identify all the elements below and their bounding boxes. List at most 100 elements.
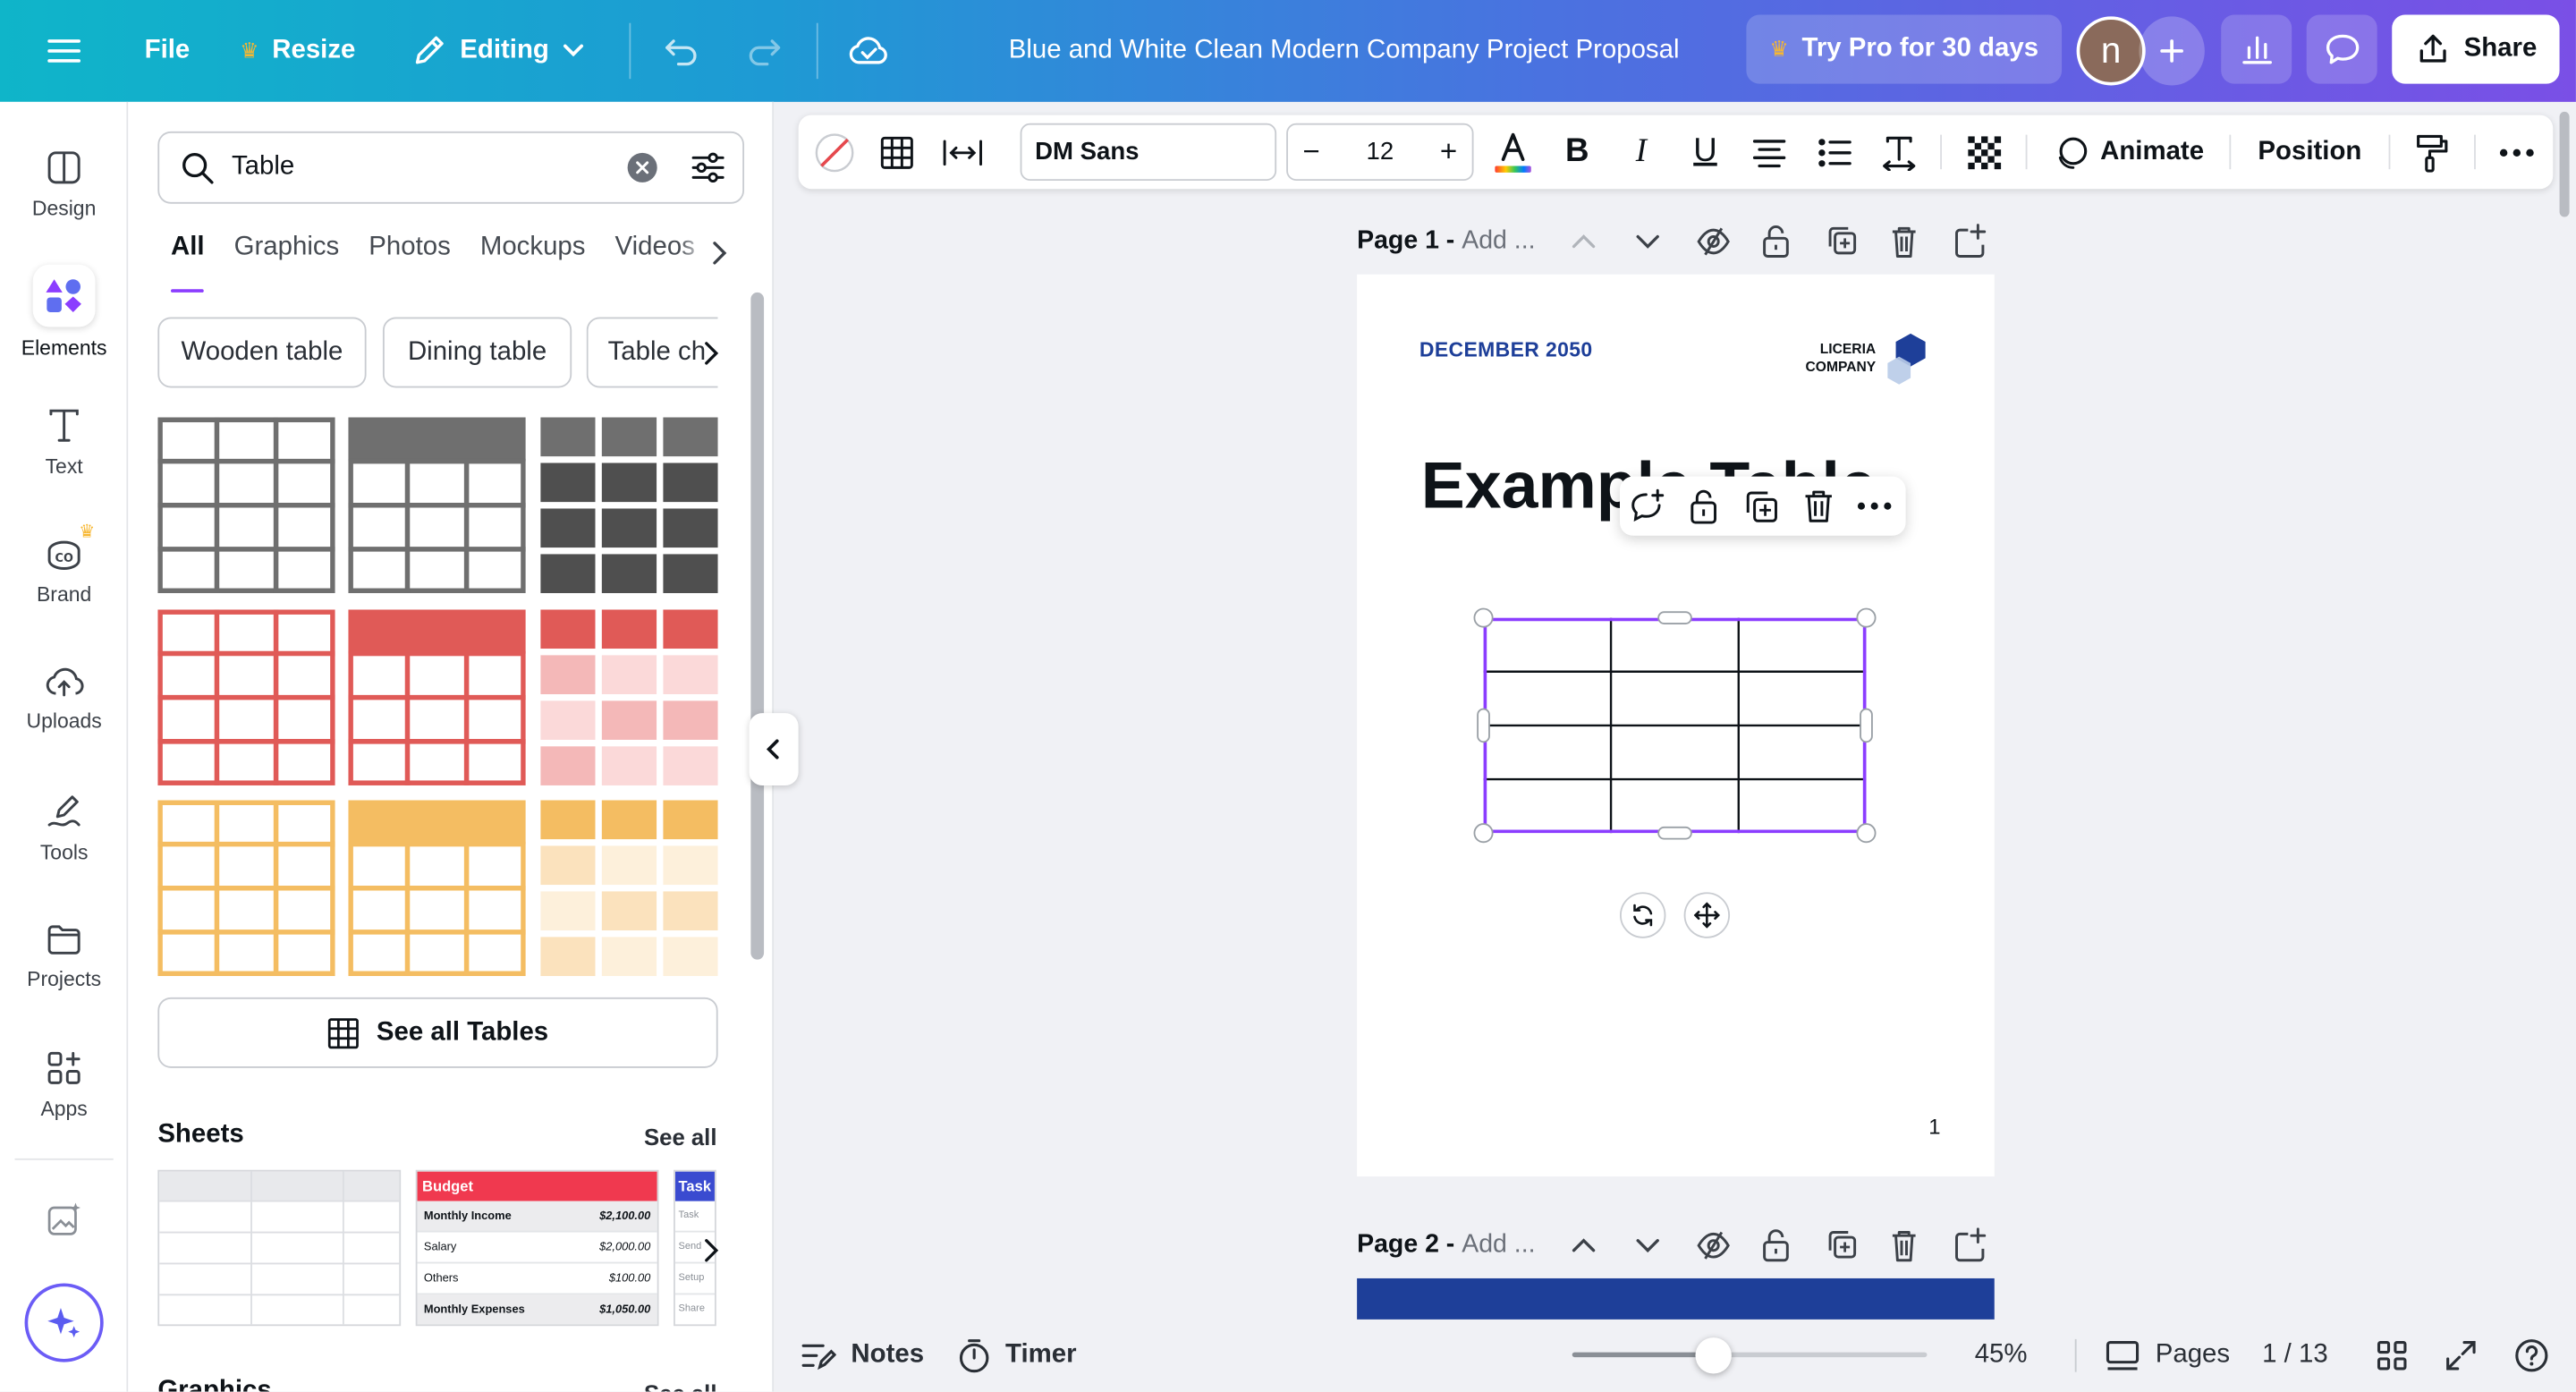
- see-all-tables-button[interactable]: See all Tables: [157, 997, 718, 1068]
- search-input[interactable]: Table: [232, 153, 628, 182]
- more-options-button[interactable]: [2494, 115, 2539, 190]
- trash-icon[interactable]: [1802, 487, 1835, 526]
- lock-icon[interactable]: [1761, 222, 1791, 261]
- canvas-scrollbar[interactable]: [2559, 111, 2570, 217]
- resize-button[interactable]: ♛ Resize: [240, 0, 355, 102]
- grid-view-button[interactable]: [2376, 1320, 2409, 1392]
- chevron-down-icon[interactable]: [1635, 222, 1661, 261]
- lock-icon[interactable]: [1687, 487, 1720, 526]
- tab-mockups[interactable]: Mockups: [480, 233, 586, 286]
- text-spacing-button[interactable]: [1877, 115, 1920, 190]
- duplicate-icon[interactable]: [1826, 1226, 1859, 1265]
- chip-wooden-table[interactable]: Wooden table: [157, 317, 367, 388]
- menu-button[interactable]: [46, 0, 81, 102]
- tab-all[interactable]: All: [171, 233, 206, 293]
- magic-media-button[interactable]: [45, 1200, 84, 1239]
- cloud-save-button[interactable]: [846, 0, 892, 102]
- chevron-down-icon[interactable]: [1635, 1226, 1661, 1265]
- table-template-gray-1[interactable]: [157, 417, 335, 594]
- rail-projects[interactable]: Projects: [0, 899, 128, 1014]
- hide-page-icon[interactable]: [1695, 1226, 1731, 1265]
- editing-mode-button[interactable]: Editing: [411, 0, 585, 102]
- font-size-value[interactable]: 12: [1367, 138, 1394, 166]
- chevron-right-icon[interactable]: [701, 340, 721, 366]
- add-page-icon[interactable]: [1953, 222, 1987, 261]
- chevron-up-icon[interactable]: [1571, 222, 1597, 261]
- chevron-up-icon[interactable]: [1571, 1226, 1597, 1265]
- insights-button[interactable]: [2221, 14, 2292, 84]
- date-text[interactable]: DECEMBER 2050: [1419, 338, 1593, 361]
- table-template-red-2[interactable]: [348, 609, 526, 785]
- resize-handle-top-right[interactable]: [1856, 607, 1877, 628]
- trash-icon[interactable]: [1889, 1226, 1919, 1265]
- zoom-knob[interactable]: [1696, 1337, 1733, 1374]
- resize-handle-top-left[interactable]: [1473, 607, 1494, 628]
- table-template-yellow-1[interactable]: [157, 800, 335, 976]
- lock-icon[interactable]: [1761, 1226, 1791, 1265]
- transparency-button[interactable]: [1962, 115, 2007, 190]
- share-button[interactable]: Share: [2392, 14, 2560, 84]
- page-number[interactable]: 1: [1928, 1114, 1940, 1139]
- chip-dining-table[interactable]: Dining table: [382, 317, 572, 388]
- text-color-button[interactable]: [1488, 115, 1538, 190]
- add-comment-icon[interactable]: [1628, 488, 1667, 527]
- graphics-see-all-link[interactable]: See all: [644, 1380, 717, 1392]
- page-1-title[interactable]: Page 1 - Add ...: [1357, 226, 1535, 256]
- zoom-slider[interactable]: [1572, 1337, 1928, 1374]
- rail-apps[interactable]: Apps: [0, 1027, 128, 1142]
- font-family-select[interactable]: DM Sans: [1020, 123, 1277, 182]
- cell-spacing-button[interactable]: [938, 115, 987, 190]
- magic-assistant-button[interactable]: [24, 1283, 104, 1362]
- redo-button[interactable]: [744, 0, 784, 102]
- rail-elements[interactable]: Elements: [0, 255, 128, 370]
- table-template-red-3[interactable]: [540, 609, 718, 785]
- trash-icon[interactable]: [1889, 222, 1919, 261]
- hide-page-icon[interactable]: [1695, 222, 1731, 261]
- sheets-see-all-link[interactable]: See all: [644, 1124, 717, 1150]
- resize-handle-bottom-left[interactable]: [1473, 823, 1494, 844]
- underline-button[interactable]: U: [1685, 115, 1724, 190]
- tab-graphics[interactable]: Graphics: [234, 233, 340, 286]
- timer-button[interactable]: Timer: [958, 1320, 1077, 1392]
- pages-button[interactable]: Pages: [2105, 1320, 2230, 1392]
- add-page-icon[interactable]: [1953, 1226, 1987, 1265]
- chip-table-chair[interactable]: Table ch: [586, 317, 718, 388]
- document-title[interactable]: Blue and White Clean Modern Company Proj…: [1009, 0, 1680, 102]
- avatar[interactable]: n: [2076, 16, 2146, 86]
- chevron-right-icon[interactable]: [701, 1237, 721, 1263]
- sheet-template-budget[interactable]: Budget Monthly Income $2,100.00 Salary $2,0…: [415, 1169, 659, 1327]
- table-grid-button[interactable]: [874, 115, 919, 190]
- page-2-title[interactable]: Page 2 - Add ...: [1357, 1231, 1535, 1260]
- resize-handle-left[interactable]: [1477, 708, 1490, 743]
- duplicate-icon[interactable]: [1826, 222, 1859, 261]
- increase-size-button[interactable]: +: [1440, 135, 1457, 170]
- more-horizontal-icon[interactable]: [1856, 501, 1892, 511]
- list-button[interactable]: [1814, 115, 1857, 190]
- duplicate-icon[interactable]: [1743, 488, 1779, 523]
- zoom-level[interactable]: 45%: [1975, 1320, 2028, 1392]
- fullscreen-button[interactable]: [2445, 1320, 2478, 1392]
- decrease-size-button[interactable]: −: [1303, 135, 1320, 170]
- rail-tools[interactable]: Tools: [0, 770, 128, 886]
- bold-button[interactable]: B: [1557, 115, 1597, 190]
- resize-handle-right[interactable]: [1860, 708, 1873, 743]
- rail-uploads[interactable]: Uploads: [0, 641, 128, 756]
- resize-handle-top[interactable]: [1657, 611, 1692, 624]
- undo-button[interactable]: [662, 0, 701, 102]
- table-color-button[interactable]: [809, 115, 861, 190]
- comments-button[interactable]: [2306, 14, 2377, 84]
- italic-button[interactable]: I: [1622, 115, 1661, 190]
- notes-button[interactable]: Notes: [800, 1320, 924, 1392]
- filter-icon[interactable]: [690, 149, 725, 185]
- panel-scrollbar[interactable]: [750, 292, 765, 960]
- resize-handle-bottom[interactable]: [1657, 826, 1692, 840]
- help-button[interactable]: [2513, 1320, 2549, 1392]
- company-logo[interactable]: LICERIA COMPANY: [1806, 330, 1932, 386]
- file-menu[interactable]: File: [145, 0, 191, 102]
- selected-table-element[interactable]: [1483, 617, 1867, 834]
- tab-videos[interactable]: Videos: [615, 233, 708, 286]
- tab-photos[interactable]: Photos: [369, 233, 450, 286]
- rotate-handle[interactable]: [1619, 892, 1666, 938]
- position-button[interactable]: Position: [2250, 115, 2368, 190]
- clear-search-button[interactable]: [627, 152, 657, 182]
